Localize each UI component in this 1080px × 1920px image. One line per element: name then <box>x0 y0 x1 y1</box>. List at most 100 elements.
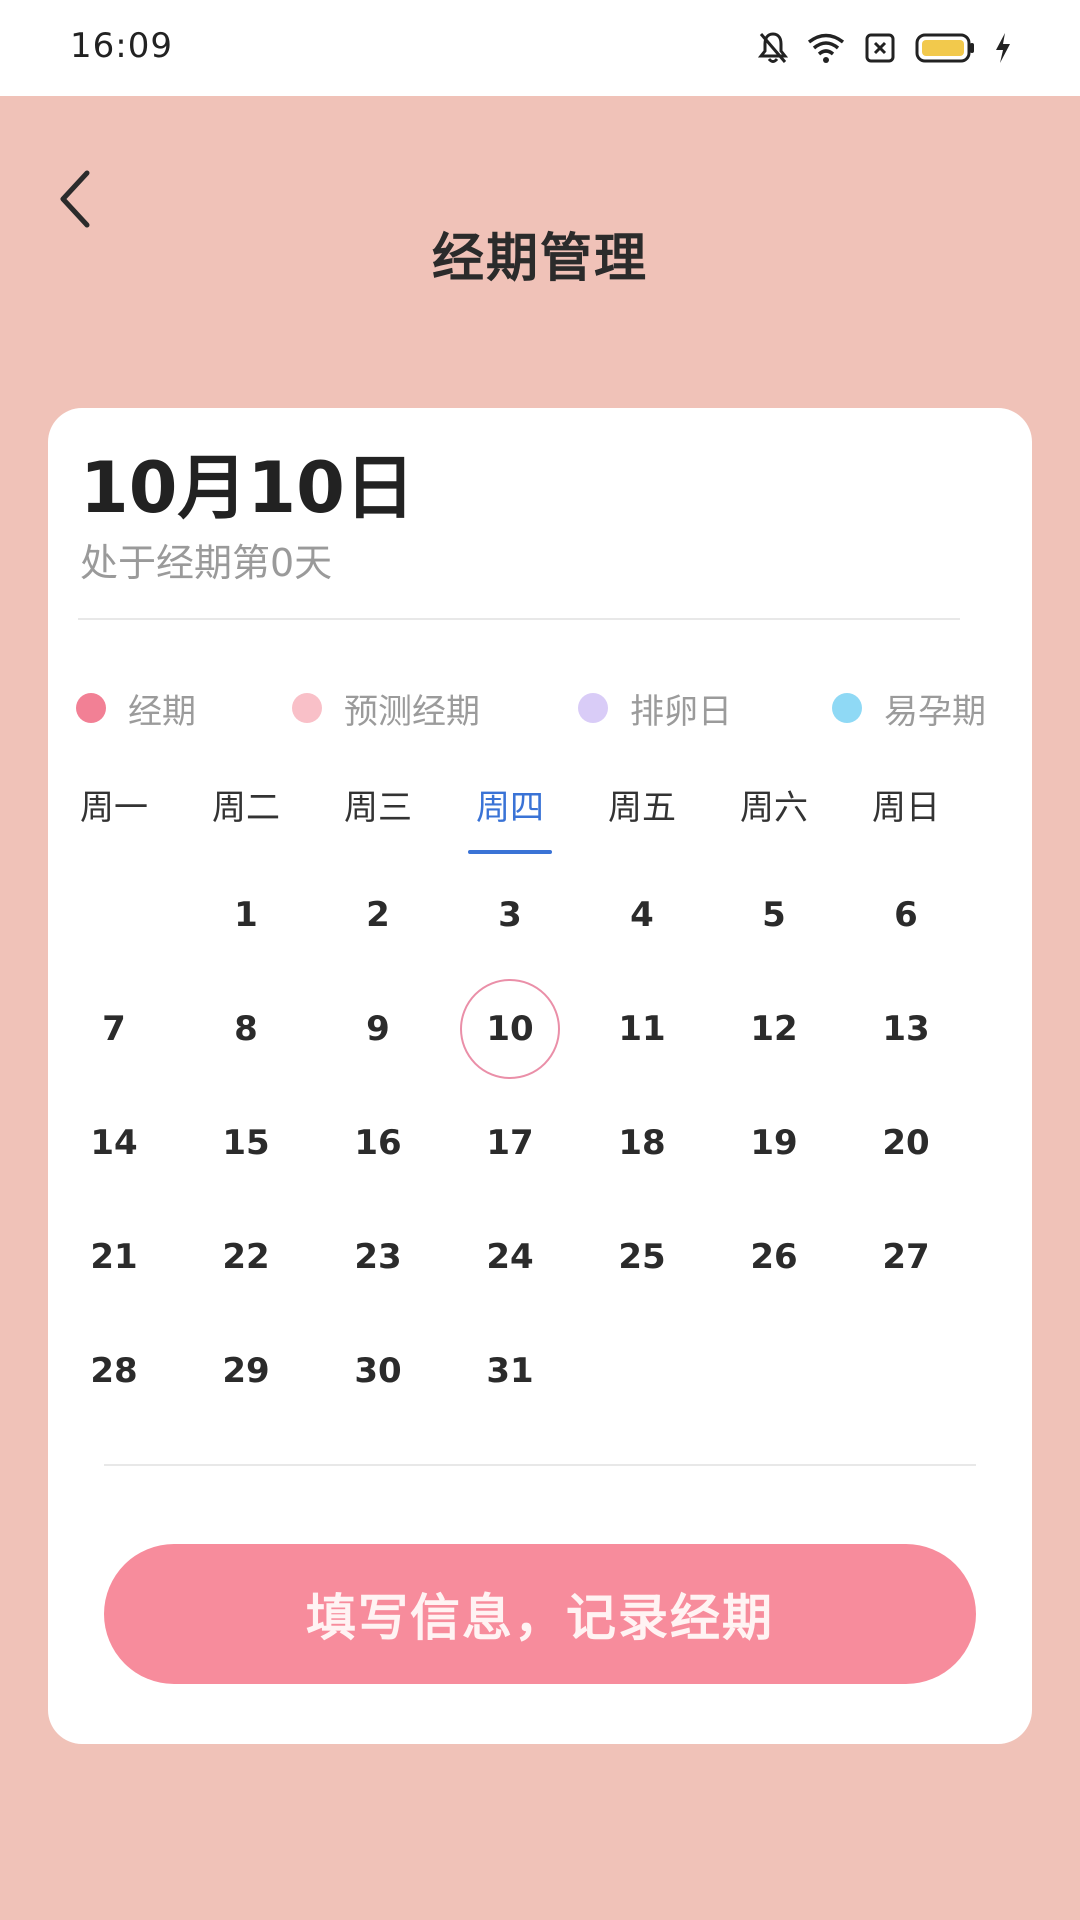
legend-dot <box>76 693 106 723</box>
calendar-day-number: 4 <box>630 895 654 935</box>
calendar-day-number: 2 <box>366 895 390 935</box>
calendar-day[interactable]: 27 <box>840 1200 972 1314</box>
calendar-day[interactable]: 4 <box>576 858 708 972</box>
calendar-day-number: 19 <box>750 1123 798 1163</box>
calendar-day-number: 22 <box>222 1237 270 1277</box>
legend-item-predicted-period: 预测经期 <box>292 678 480 738</box>
calendar-day-number: 1 <box>234 895 258 935</box>
calendar-day[interactable]: 31 <box>444 1314 576 1428</box>
calendar-day-number: 28 <box>90 1351 138 1391</box>
record-period-button[interactable]: 填写信息，记录经期 <box>104 1544 976 1684</box>
status-bar: 16:09 <box>0 0 1080 96</box>
calendar-day[interactable]: 13 <box>840 972 972 1086</box>
selected-date: 10月10日 <box>80 447 415 529</box>
today-ring <box>460 979 560 1079</box>
calendar-day[interactable]: 24 <box>444 1200 576 1314</box>
calendar-day[interactable]: 7 <box>48 972 180 1086</box>
calendar-day[interactable]: 8 <box>180 972 312 1086</box>
legend-label: 易孕期 <box>884 691 986 732</box>
calendar-day-number: 8 <box>234 1009 258 1049</box>
wifi-icon <box>806 32 846 64</box>
calendar-day[interactable]: 19 <box>708 1086 840 1200</box>
calendar-day[interactable]: 28 <box>48 1314 180 1428</box>
weekday-tue: 周二 <box>212 788 280 828</box>
calendar-day[interactable]: 21 <box>48 1200 180 1314</box>
calendar-day-number: 24 <box>486 1237 534 1277</box>
weekday-header: 周一 周二 周三 周四 周五 周六 周日 <box>48 778 998 858</box>
divider <box>78 618 960 620</box>
legend: 经期 预测经期 排卵日 易孕期 <box>76 678 1036 738</box>
legend-dot <box>832 693 862 723</box>
legend-item-period: 经期 <box>76 678 196 738</box>
weekday-wed: 周三 <box>344 788 412 828</box>
calendar-day[interactable]: 3 <box>444 858 576 972</box>
status-time: 16:09 <box>70 26 173 66</box>
close-box-icon <box>864 32 896 64</box>
calendar-day[interactable]: 20 <box>840 1086 972 1200</box>
calendar-day-number: 31 <box>486 1351 534 1391</box>
calendar-day-number: 5 <box>762 895 786 935</box>
calendar-day-number: 3 <box>498 895 522 935</box>
calendar-day-number: 12 <box>750 1009 798 1049</box>
battery-icon <box>914 32 976 64</box>
calendar-day[interactable]: 14 <box>48 1086 180 1200</box>
weekday-thu: 周四 <box>444 778 576 858</box>
calendar-day[interactable]: 25 <box>576 1200 708 1314</box>
calendar-day[interactable]: 29 <box>180 1314 312 1428</box>
calendar-day-number: 17 <box>486 1123 534 1163</box>
calendar-day[interactable]: 1 <box>180 858 312 972</box>
legend-label: 经期 <box>128 691 196 732</box>
calendar-day-number: 13 <box>882 1009 930 1049</box>
calendar-day-number: 11 <box>618 1009 666 1049</box>
calendar-day-selected[interactable]: 10 <box>444 972 576 1086</box>
calendar-day-number: 21 <box>90 1237 138 1277</box>
period-status-text: 处于经期第0天 <box>80 541 333 585</box>
weekday-sun: 周日 <box>872 788 940 828</box>
calendar-day-number: 23 <box>354 1237 402 1277</box>
charging-bolt-icon <box>994 32 1012 64</box>
weekday-sat: 周六 <box>740 788 808 828</box>
calendar-day[interactable]: 12 <box>708 972 840 1086</box>
calendar-day[interactable]: 18 <box>576 1086 708 1200</box>
weekday-fri: 周五 <box>608 788 676 828</box>
calendar-day-number: 25 <box>618 1237 666 1277</box>
legend-label: 排卵日 <box>630 691 732 732</box>
calendar-day-number: 18 <box>618 1123 666 1163</box>
mute-bell-icon <box>758 31 788 65</box>
calendar-day-number: 15 <box>222 1123 270 1163</box>
active-weekday-underline <box>468 850 552 854</box>
record-period-button-label: 填写信息，记录经期 <box>306 1589 774 1647</box>
legend-dot <box>578 693 608 723</box>
calendar-day[interactable]: 22 <box>180 1200 312 1314</box>
calendar-day-number: 9 <box>366 1009 390 1049</box>
legend-dot <box>292 693 322 723</box>
calendar-day[interactable]: 5 <box>708 858 840 972</box>
legend-item-fertile-period: 易孕期 <box>832 678 986 738</box>
calendar-day[interactable]: 23 <box>312 1200 444 1314</box>
calendar-card: 10月10日 处于经期第0天 经期 预测经期 排卵日 易孕期 周一 周二 周三 … <box>48 408 1032 1744</box>
calendar-grid: 1 2 3 4 5 6 7 8 9 10 11 12 13 14 15 16 17 18 19 20 21 22 23 24 2… <box>48 858 998 1418</box>
legend-item-ovulation-day: 排卵日 <box>578 678 732 738</box>
calendar-day-number: 27 <box>882 1237 930 1277</box>
calendar-day[interactable]: 30 <box>312 1314 444 1428</box>
calendar-day-number: 20 <box>882 1123 930 1163</box>
calendar-day[interactable]: 26 <box>708 1200 840 1314</box>
calendar-day[interactable]: 2 <box>312 858 444 972</box>
calendar-day-number: 29 <box>222 1351 270 1391</box>
calendar-day-number: 7 <box>102 1009 126 1049</box>
divider <box>104 1464 976 1466</box>
calendar-day[interactable]: 6 <box>840 858 972 972</box>
calendar-day-number: 16 <box>354 1123 402 1163</box>
calendar-day[interactable]: 9 <box>312 972 444 1086</box>
calendar-day[interactable]: 17 <box>444 1086 576 1200</box>
calendar-day[interactable]: 15 <box>180 1086 312 1200</box>
calendar-day-number: 6 <box>894 895 918 935</box>
page-title: 经期管理 <box>431 229 648 289</box>
calendar-day[interactable]: 16 <box>312 1086 444 1200</box>
calendar-day-number: 26 <box>750 1237 798 1277</box>
header: 经期管理 <box>0 96 1080 356</box>
calendar-day-number: 30 <box>354 1351 402 1391</box>
status-icons <box>758 24 1012 72</box>
calendar-day[interactable]: 11 <box>576 972 708 1086</box>
legend-label: 预测经期 <box>344 691 480 732</box>
